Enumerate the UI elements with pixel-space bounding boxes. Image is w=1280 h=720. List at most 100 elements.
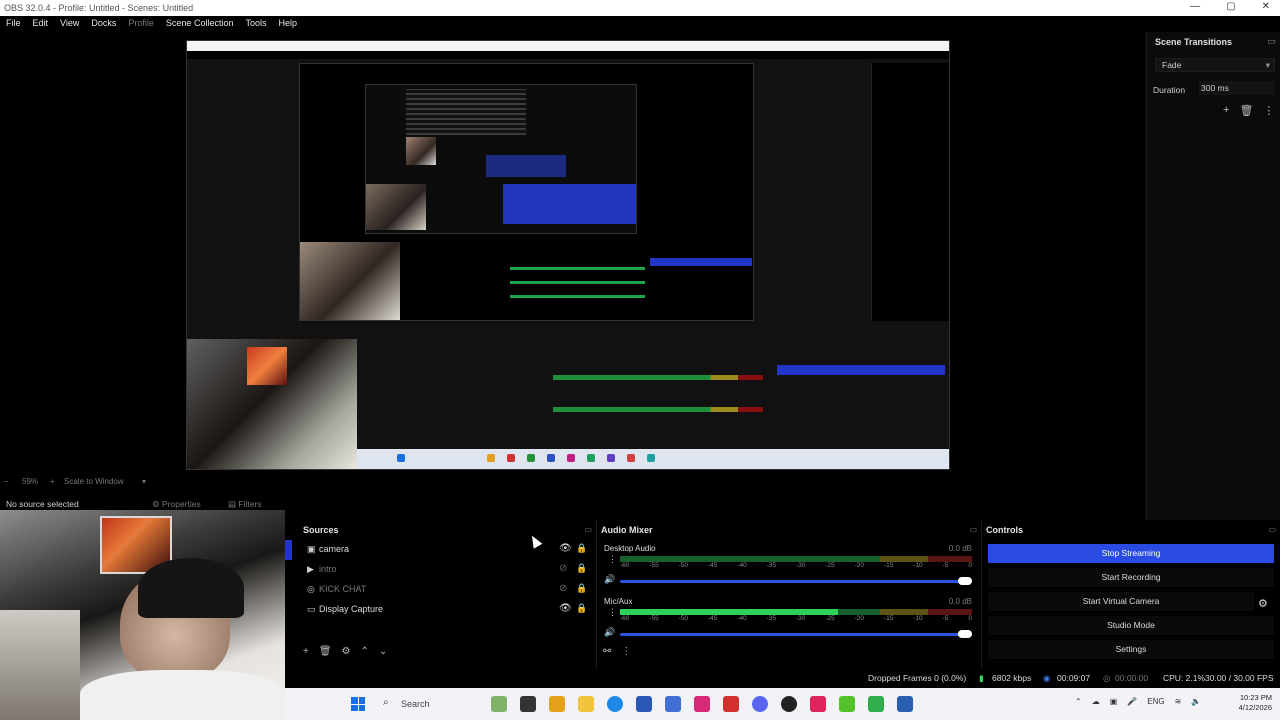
lock-icon[interactable]: 🔒 [576, 563, 587, 574]
app-icon[interactable] [491, 696, 507, 712]
move-down-icon[interactable]: ⌄ [379, 646, 387, 662]
start-recording-button[interactable]: Start Recording [988, 568, 1274, 587]
maximize-icon[interactable]: ▢ [1226, 1, 1235, 12]
nested-menubar [187, 51, 949, 59]
dock-float-icon[interactable]: ▭ [969, 525, 977, 534]
dock-float-icon[interactable]: ▭ [1268, 525, 1276, 534]
transition-select[interactable]: Fade ▾ [1155, 58, 1275, 72]
menu-profile[interactable]: Profile [122, 16, 160, 32]
menu-edit[interactable]: Edit [27, 16, 55, 32]
tick-label: -30 [795, 615, 806, 622]
tick-label: -55 [649, 615, 659, 622]
obs-icon[interactable] [781, 696, 797, 712]
more-icon[interactable]: ⋮ [621, 646, 631, 662]
windows-start-icon[interactable] [351, 697, 365, 711]
nested-task-icon [487, 454, 495, 462]
stop-streaming-button[interactable]: Stop Streaming [988, 544, 1274, 563]
duration-spinbox[interactable]: 300 ms [1199, 81, 1275, 95]
taskbar-clock[interactable]: 10:23 PM 4/12/2026 [1239, 693, 1272, 713]
chevron-down-icon: ▾ [1265, 60, 1270, 70]
scale-mode-select[interactable]: Scale to Window [64, 477, 124, 486]
sources-dock: Sources ▭ ▣ camera 👁 🔒 ▶ intro ⊘ 🔒 ◎ KIC… [285, 520, 597, 668]
wifi-icon[interactable]: ≋ [1175, 697, 1182, 706]
webcam-cap [138, 558, 244, 618]
app-icon[interactable] [897, 696, 913, 712]
app-icon[interactable] [868, 696, 884, 712]
sources-title: Sources [303, 525, 339, 535]
start-virtual-camera-button[interactable]: Start Virtual Camera [988, 592, 1254, 611]
dock-float-icon[interactable]: ▭ [584, 525, 592, 534]
discord-icon[interactable] [752, 696, 768, 712]
tick-label: -30 [795, 562, 806, 569]
nested-btn [777, 413, 945, 423]
close-icon[interactable]: ✕ [1262, 1, 1270, 12]
add-icon[interactable]: + [1223, 104, 1229, 117]
lang-indicator[interactable]: ENG [1147, 697, 1164, 706]
move-up-icon[interactable]: ⌃ [361, 646, 369, 662]
trash-icon[interactable]: 🗑 [1239, 104, 1253, 117]
mixer-channel-mic-aux: Mic/Aux 0.0 dB ⋮ -60 -55 -50 -45 -40 -35… [604, 597, 976, 643]
eye-icon[interactable]: 👁 [559, 543, 572, 555]
dock-float-icon[interactable]: ▭ [1267, 36, 1276, 47]
filters-button[interactable]: ▤ Filters [228, 499, 262, 510]
menu-tools[interactable]: Tools [239, 16, 272, 32]
minimize-icon[interactable]: — [1190, 1, 1200, 12]
more-icon[interactable]: ⋮ [608, 607, 617, 618]
app-icon[interactable] [636, 696, 652, 712]
app-icon[interactable] [520, 696, 536, 712]
app-icon[interactable] [810, 696, 826, 712]
slider-handle[interactable] [958, 577, 972, 585]
gear-icon[interactable]: ⚙ [342, 646, 351, 662]
more-icon[interactable]: ⋮ [608, 554, 617, 565]
app-icon[interactable] [723, 696, 739, 712]
volume-slider[interactable] [620, 577, 972, 585]
taskbar-search[interactable]: ⌕ Search [377, 694, 497, 714]
selection-indicator [285, 580, 292, 600]
tick-label: -60 [620, 615, 630, 622]
lock-icon[interactable]: 🔒 [576, 583, 587, 594]
nested-btn-active [777, 365, 945, 375]
nested-meter-2 [553, 407, 763, 412]
menu-docks[interactable]: Docks [85, 16, 122, 32]
source-item-intro[interactable]: ▶ intro ⊘ 🔒 [285, 560, 587, 580]
menu-help[interactable]: Help [272, 16, 303, 32]
source-item-kick-chat[interactable]: ◎ KICK CHAT ⊘ 🔒 [285, 580, 587, 600]
menu-scene-collection[interactable]: Scene Collection [160, 16, 240, 32]
eye-hidden-icon[interactable]: ⊘ [559, 583, 571, 595]
tick-label: -55 [649, 562, 659, 569]
add-icon[interactable]: + [303, 646, 309, 662]
menu-view[interactable]: View [54, 16, 85, 32]
edge-icon[interactable] [607, 696, 623, 712]
gear-icon[interactable]: ⚙ [1258, 597, 1268, 610]
menu-file[interactable]: File [0, 16, 27, 32]
zoom-out-icon[interactable]: − [4, 477, 9, 486]
app-tray-icon[interactable]: ▣ [1110, 697, 1118, 706]
properties-label: Properties [161, 499, 201, 509]
more-icon[interactable]: ⋮ [1263, 104, 1274, 117]
nested-taskbar [357, 449, 949, 469]
zoom-in-icon[interactable]: + [50, 477, 55, 486]
app-icon[interactable] [665, 696, 681, 712]
lock-icon[interactable]: 🔒 [576, 543, 587, 554]
chevron-up-icon[interactable]: ⌃ [1075, 697, 1082, 706]
settings-button[interactable]: Settings [988, 640, 1274, 659]
cloud-icon[interactable]: ☁ [1092, 697, 1100, 706]
mic-icon[interactable]: 🎤 [1127, 697, 1137, 706]
eye-hidden-icon[interactable]: ⊘ [559, 563, 571, 575]
speaker-icon[interactable]: 🔊 [604, 627, 615, 638]
volume-icon[interactable]: 🔈 [1191, 697, 1201, 706]
studio-mode-button[interactable]: Studio Mode [988, 616, 1274, 635]
trash-icon[interactable]: 🗑 [319, 646, 332, 662]
kick-icon[interactable] [839, 696, 855, 712]
app-icon[interactable] [549, 696, 565, 712]
source-item-display-capture[interactable]: ▭ Display Capture 👁 🔒 [285, 600, 587, 620]
lock-icon[interactable]: 🔒 [576, 603, 587, 614]
speaker-icon[interactable]: 🔊 [604, 574, 615, 585]
folder-icon[interactable] [578, 696, 594, 712]
volume-slider[interactable] [620, 630, 972, 638]
properties-button[interactable]: ⚙ Properties [152, 499, 201, 510]
instagram-icon[interactable] [694, 696, 710, 712]
slider-handle[interactable] [958, 630, 972, 638]
link-icon[interactable]: ⚯ [603, 646, 611, 662]
eye-icon[interactable]: 👁 [559, 603, 572, 615]
